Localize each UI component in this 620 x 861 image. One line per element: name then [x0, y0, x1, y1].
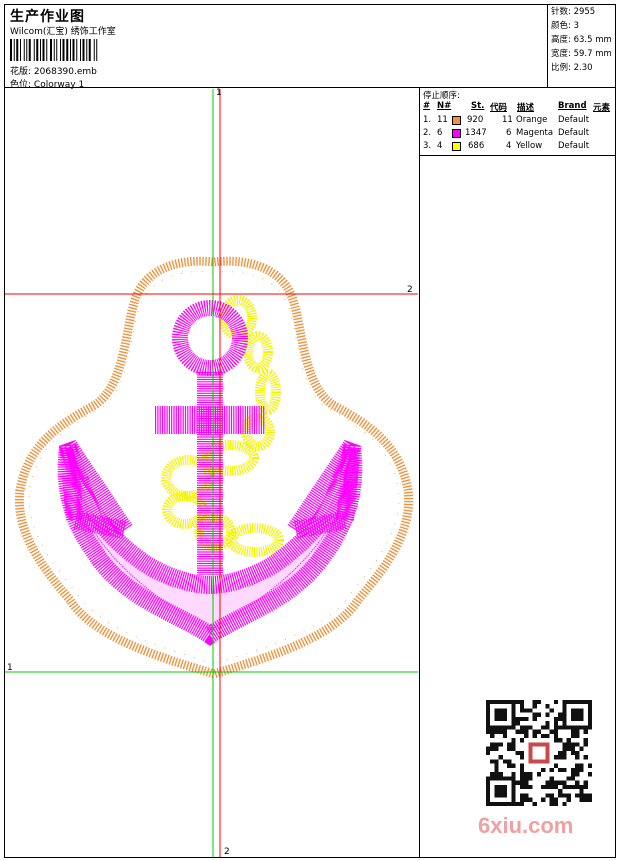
watermark-logo: 6xiu.com: [478, 813, 574, 838]
qr-code: [486, 700, 592, 806]
axis-label-v-green: 1: [216, 88, 222, 98]
axis-label-h-green: 1: [7, 663, 13, 673]
axis-label-h-red: 2: [407, 285, 413, 295]
axis-label-v-red: 2: [224, 847, 230, 857]
